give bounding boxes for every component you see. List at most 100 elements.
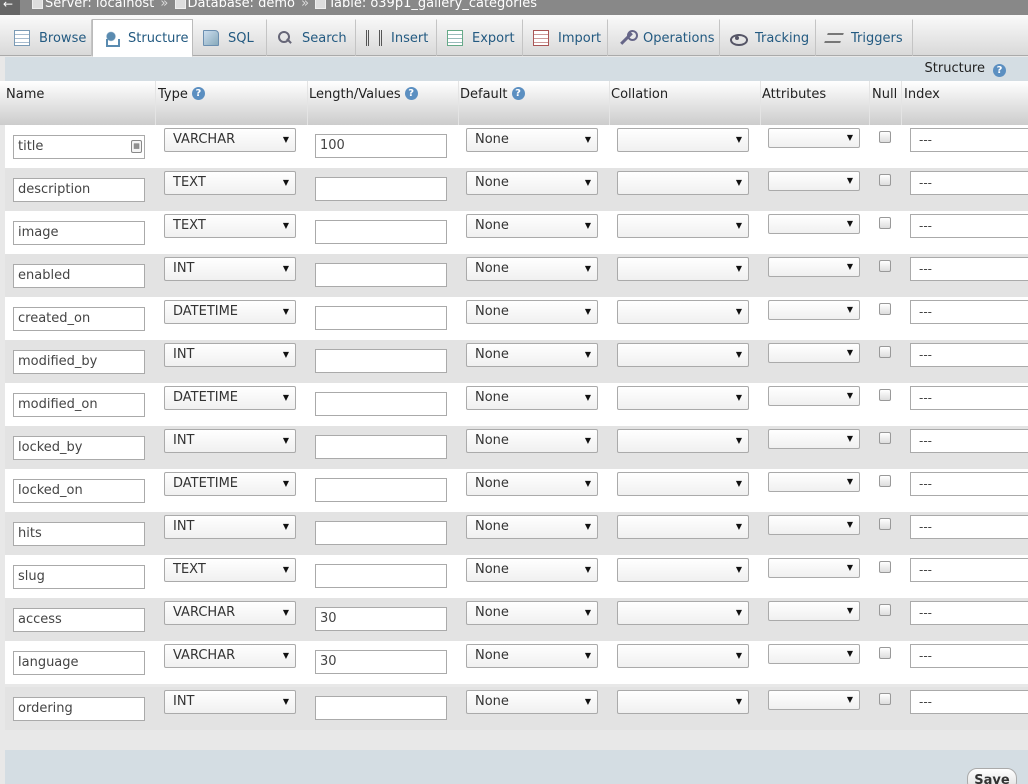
default-select[interactable]: None <box>466 472 598 496</box>
attributes-select[interactable] <box>768 214 860 234</box>
attributes-select[interactable] <box>768 257 860 277</box>
collation-select[interactable] <box>617 515 749 539</box>
type-select[interactable]: INT <box>164 343 296 367</box>
null-checkbox[interactable] <box>879 260 891 272</box>
breadcrumb-database[interactable]: Database: demo <box>188 0 295 11</box>
attributes-select[interactable] <box>768 386 860 406</box>
index-select[interactable]: --- <box>910 558 1028 582</box>
default-select[interactable]: None <box>466 257 598 281</box>
length-input[interactable]: 100 <box>315 134 447 158</box>
index-select[interactable]: --- <box>910 343 1028 367</box>
help-icon[interactable]: ? <box>404 86 418 100</box>
default-select[interactable]: None <box>466 128 598 152</box>
null-checkbox[interactable] <box>879 604 891 616</box>
tab-operations[interactable]: Operations <box>608 19 720 56</box>
type-select[interactable]: DATETIME <box>164 386 296 410</box>
length-input[interactable]: 30 <box>315 650 447 674</box>
back-arrow-icon[interactable] <box>0 0 20 15</box>
null-checkbox[interactable] <box>879 217 891 229</box>
field-name-input[interactable]: modified_by <box>13 350 145 374</box>
attributes-select[interactable] <box>768 171 860 191</box>
attributes-select[interactable] <box>768 515 860 535</box>
attributes-select[interactable] <box>768 601 860 621</box>
length-input[interactable] <box>315 435 447 459</box>
type-select[interactable]: DATETIME <box>164 472 296 496</box>
field-name-input[interactable]: ordering <box>13 697 145 721</box>
null-checkbox[interactable] <box>879 432 891 444</box>
index-select[interactable]: --- <box>910 386 1028 410</box>
collation-select[interactable] <box>617 601 749 625</box>
field-name-input[interactable]: language <box>13 651 145 675</box>
collation-select[interactable] <box>617 429 749 453</box>
null-checkbox[interactable] <box>879 475 891 487</box>
collation-select[interactable] <box>617 300 749 324</box>
index-select[interactable]: --- <box>910 214 1028 238</box>
field-name-input[interactable]: enabled <box>13 264 145 288</box>
default-select[interactable]: None <box>466 386 598 410</box>
type-select[interactable]: TEXT <box>164 171 296 195</box>
field-name-input[interactable]: image <box>13 221 145 245</box>
default-select[interactable]: None <box>466 343 598 367</box>
null-checkbox[interactable] <box>879 693 891 705</box>
tab-export[interactable]: Export <box>437 19 523 56</box>
length-input[interactable] <box>315 177 447 201</box>
length-input[interactable] <box>315 564 447 588</box>
index-select[interactable]: --- <box>910 429 1028 453</box>
null-checkbox[interactable] <box>879 174 891 186</box>
type-select[interactable]: INT <box>164 690 296 714</box>
default-select[interactable]: None <box>466 214 598 238</box>
index-select[interactable]: --- <box>910 257 1028 281</box>
default-select[interactable]: None <box>466 171 598 195</box>
field-name-input[interactable]: slug <box>13 565 145 589</box>
collation-select[interactable] <box>617 644 749 668</box>
index-select[interactable]: --- <box>910 690 1028 714</box>
breadcrumb-table[interactable]: Table: o39p1_gallery_categories <box>328 0 537 11</box>
type-select[interactable]: DATETIME <box>164 300 296 324</box>
type-select[interactable]: VARCHAR <box>164 601 296 625</box>
null-checkbox[interactable] <box>879 131 891 143</box>
type-select[interactable]: INT <box>164 257 296 281</box>
collation-select[interactable] <box>617 128 749 152</box>
null-checkbox[interactable] <box>879 303 891 315</box>
field-name-input[interactable]: access <box>13 608 145 632</box>
collation-select[interactable] <box>617 171 749 195</box>
type-select[interactable]: TEXT <box>164 214 296 238</box>
length-input[interactable] <box>315 306 447 330</box>
type-select[interactable]: TEXT <box>164 558 296 582</box>
collation-select[interactable] <box>617 343 749 367</box>
default-select[interactable]: None <box>466 690 598 714</box>
length-input[interactable] <box>315 263 447 287</box>
default-select[interactable]: None <box>466 558 598 582</box>
index-select[interactable]: --- <box>910 515 1028 539</box>
type-select[interactable]: INT <box>164 515 296 539</box>
type-select[interactable]: INT <box>164 429 296 453</box>
null-checkbox[interactable] <box>879 518 891 530</box>
length-input[interactable] <box>315 696 447 720</box>
tab-structure[interactable]: Structure <box>92 19 193 57</box>
default-select[interactable]: None <box>466 515 598 539</box>
collation-select[interactable] <box>617 472 749 496</box>
breadcrumb-server[interactable]: Server: localhost <box>45 0 154 11</box>
collation-select[interactable] <box>617 386 749 410</box>
collation-select[interactable] <box>617 214 749 238</box>
default-select[interactable]: None <box>466 601 598 625</box>
length-input[interactable] <box>315 521 447 545</box>
tab-triggers[interactable]: Triggers <box>816 19 913 56</box>
attributes-select[interactable] <box>768 472 860 492</box>
index-select[interactable]: --- <box>910 472 1028 496</box>
tab-import[interactable]: Import <box>523 19 608 56</box>
tab-search[interactable]: Search <box>267 19 356 56</box>
type-select[interactable]: VARCHAR <box>164 128 296 152</box>
attributes-select[interactable] <box>768 558 860 578</box>
help-icon[interactable]: ? <box>993 64 1006 77</box>
length-input[interactable] <box>315 478 447 502</box>
field-name-input[interactable]: created_on <box>13 307 145 331</box>
collation-select[interactable] <box>617 690 749 714</box>
type-select[interactable]: VARCHAR <box>164 644 296 668</box>
help-icon[interactable]: ? <box>191 86 205 100</box>
collation-select[interactable] <box>617 558 749 582</box>
length-input[interactable]: 30 <box>315 607 447 631</box>
tab-sql[interactable]: SQL <box>193 19 267 56</box>
null-checkbox[interactable] <box>879 561 891 573</box>
index-select[interactable]: --- <box>910 300 1028 324</box>
